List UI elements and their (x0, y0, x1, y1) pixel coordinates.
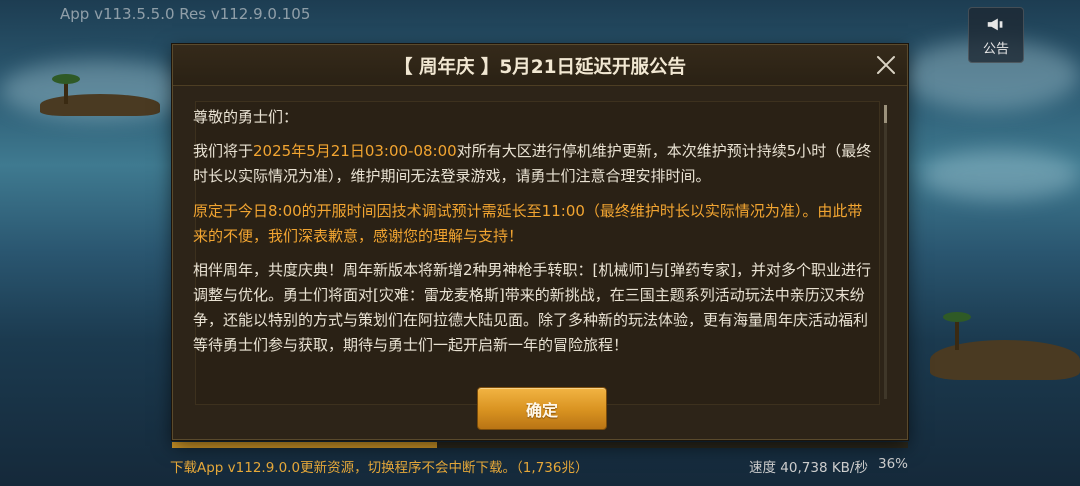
palm-tree (52, 74, 80, 104)
confirm-button[interactable]: 确定 (477, 387, 607, 430)
close-button[interactable] (873, 52, 899, 78)
megaphone-icon (987, 18, 1003, 31)
background-island (930, 340, 1080, 380)
download-speed-text: 速度 40,738 KB/秒 (749, 460, 868, 476)
notice-label: 公告 (982, 42, 1009, 57)
background-cloud (920, 150, 1080, 200)
download-progress-bar (172, 442, 908, 448)
download-status-text: 下载App v112.9.0.0更新资源，切换程序不会中断下载。（1,736兆） (170, 460, 589, 476)
content-scrollbar[interactable] (884, 105, 887, 399)
delay-paragraph: 原定于今日8:00的开服时间因技术调试预计需延长至11:00（最终维护时长以实际… (193, 202, 863, 245)
palm-tree (943, 312, 971, 350)
scrollbar-thumb[interactable] (884, 105, 887, 123)
maintenance-time-highlight: 2025年5月21日03:00-08:00 (253, 142, 457, 160)
dialog-title: 【 周年庆 】5月21日延迟开服公告 (394, 57, 686, 78)
notice-button[interactable]: 公告 (968, 7, 1024, 63)
maintenance-paragraph: 我们将于2025年5月21日03:00-08:00对所有大区进行停机维护更新，本… (193, 139, 873, 189)
download-percent-text: 36% (878, 456, 909, 472)
maintenance-prefix: 我们将于 (193, 142, 254, 160)
close-icon (877, 56, 895, 74)
background-island (40, 94, 160, 116)
announcement-dialog: 【 周年庆 】5月21日延迟开服公告 尊敬的勇士们： 我们将于2025年5月21… (172, 44, 908, 440)
download-progress-fill (172, 442, 437, 448)
greeting-text: 尊敬的勇士们： (193, 108, 299, 126)
dialog-header: 【 周年庆 】5月21日延迟开服公告 (173, 45, 907, 86)
anniversary-paragraph: 相伴周年，共度庆典！周年新版本将新增2种男神枪手转职：[机械师]与[弹药专家]，… (193, 261, 871, 354)
version-text: App v113.5.5.0 Res v112.9.0.105 (60, 5, 311, 23)
